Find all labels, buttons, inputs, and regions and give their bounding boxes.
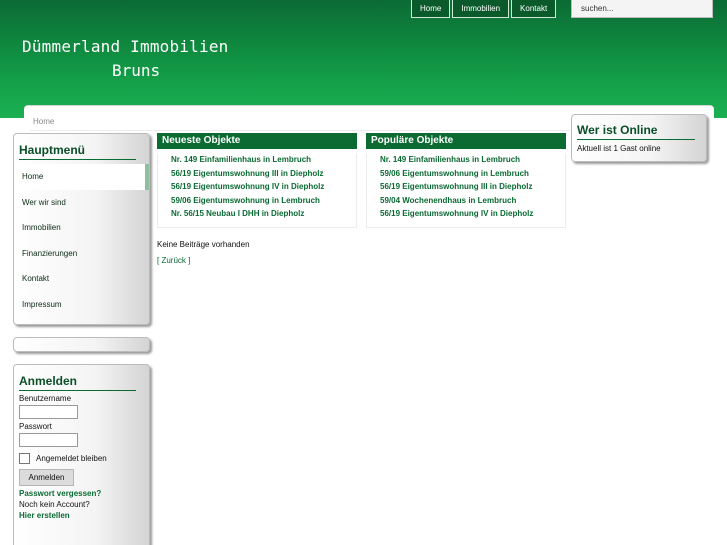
menu-item-wer-wir-sind[interactable]: Wer wir sind: [14, 190, 149, 216]
back-link[interactable]: [ Zurück ]: [157, 256, 190, 265]
popular-objects-box: Populäre Objekte Nr. 149 Einfamilienhaus…: [366, 133, 566, 228]
no-posts-message: Keine Beiträge vorhanden: [157, 240, 250, 249]
latest-objects-title: Neueste Objekte: [157, 133, 357, 149]
login-module: Anmelden Benutzername Passwort Angemelde…: [13, 364, 150, 545]
online-title: Wer ist Online: [577, 123, 695, 140]
site-subtitle: Bruns: [112, 61, 161, 80]
breadcrumb[interactable]: Home: [33, 117, 54, 126]
latest-objects-box: Neueste Objekte Nr. 149 Einfamilienhaus …: [157, 133, 357, 228]
main-menu-module: Hauptmenü Home Wer wir sind Immobilien F…: [13, 133, 150, 325]
breadcrumb-divider: [30, 130, 570, 131]
list-item[interactable]: Nr. 56/15 Neubau I DHH in Diepholz: [158, 207, 356, 221]
list-item[interactable]: 56/19 Eigentumswohnung IV in Diepholz: [367, 207, 565, 221]
topnav-immobilien[interactable]: Immobilien: [452, 0, 510, 18]
list-item[interactable]: 59/06 Eigentumswohnung in Lembruch: [158, 194, 356, 208]
topnav-kontakt[interactable]: Kontakt: [511, 0, 557, 18]
topnav-home[interactable]: Home: [411, 0, 451, 18]
header: Dümmerland Immobilien Bruns Home Immobil…: [0, 0, 727, 118]
list-item[interactable]: 56/19 Eigentumswohnung IV in Diepholz: [158, 180, 356, 194]
list-item[interactable]: Nr. 149 Einfamilienhaus in Lembruch: [158, 153, 356, 167]
top-navigation: Home Immobilien Kontakt: [411, 0, 557, 18]
password-label: Passwort: [19, 422, 52, 431]
main-menu-title: Hauptmenü: [19, 143, 136, 160]
online-text: Aktuell ist 1 Gast online: [577, 144, 661, 153]
site-title: Dümmerland Immobilien: [22, 37, 229, 56]
no-account-text: Noch kein Account?: [19, 500, 90, 509]
menu-item-immobilien[interactable]: Immobilien: [14, 215, 149, 241]
empty-module: [13, 337, 150, 352]
username-label: Benutzername: [19, 394, 72, 403]
forgot-password-link[interactable]: Passwort vergessen?: [19, 489, 149, 498]
popular-objects-list: Nr. 149 Einfamilienhaus in Lembruch 59/0…: [366, 153, 566, 228]
remember-me-label: Angemeldet bleiben: [36, 454, 107, 463]
username-field[interactable]: [19, 405, 78, 419]
remember-me: Angemeldet bleiben: [19, 453, 149, 464]
main-menu: Home Wer wir sind Immobilien Finanzierun…: [14, 164, 149, 317]
list-item[interactable]: Nr. 149 Einfamilienhaus in Lembruch: [367, 153, 565, 167]
remember-me-checkbox[interactable]: [19, 453, 30, 464]
register-link[interactable]: Hier erstellen: [19, 511, 149, 520]
menu-item-home[interactable]: Home: [14, 164, 149, 190]
login-button[interactable]: Anmelden: [19, 469, 74, 486]
popular-objects-title: Populäre Objekte: [366, 133, 566, 149]
login-title: Anmelden: [19, 374, 136, 391]
list-item[interactable]: 59/06 Eigentumswohnung in Lembruch: [367, 167, 565, 181]
search-input[interactable]: suchen...: [571, 0, 713, 18]
menu-item-impressum[interactable]: Impressum: [14, 292, 149, 318]
menu-item-finanzierungen[interactable]: Finanzierungen: [14, 241, 149, 267]
latest-objects-list: Nr. 149 Einfamilienhaus in Lembruch 56/1…: [157, 153, 357, 228]
list-item[interactable]: 56/19 Eigentumswohnung III in Diepholz: [367, 180, 565, 194]
online-module: Wer ist Online Aktuell ist 1 Gast online: [571, 114, 707, 162]
list-item[interactable]: 56/19 Eigentumswohnung III in Diepholz: [158, 167, 356, 181]
list-item[interactable]: 59/04 Wochenendhaus in Lembruch: [367, 194, 565, 208]
password-field[interactable]: [19, 433, 78, 447]
menu-item-kontakt[interactable]: Kontakt: [14, 266, 149, 292]
